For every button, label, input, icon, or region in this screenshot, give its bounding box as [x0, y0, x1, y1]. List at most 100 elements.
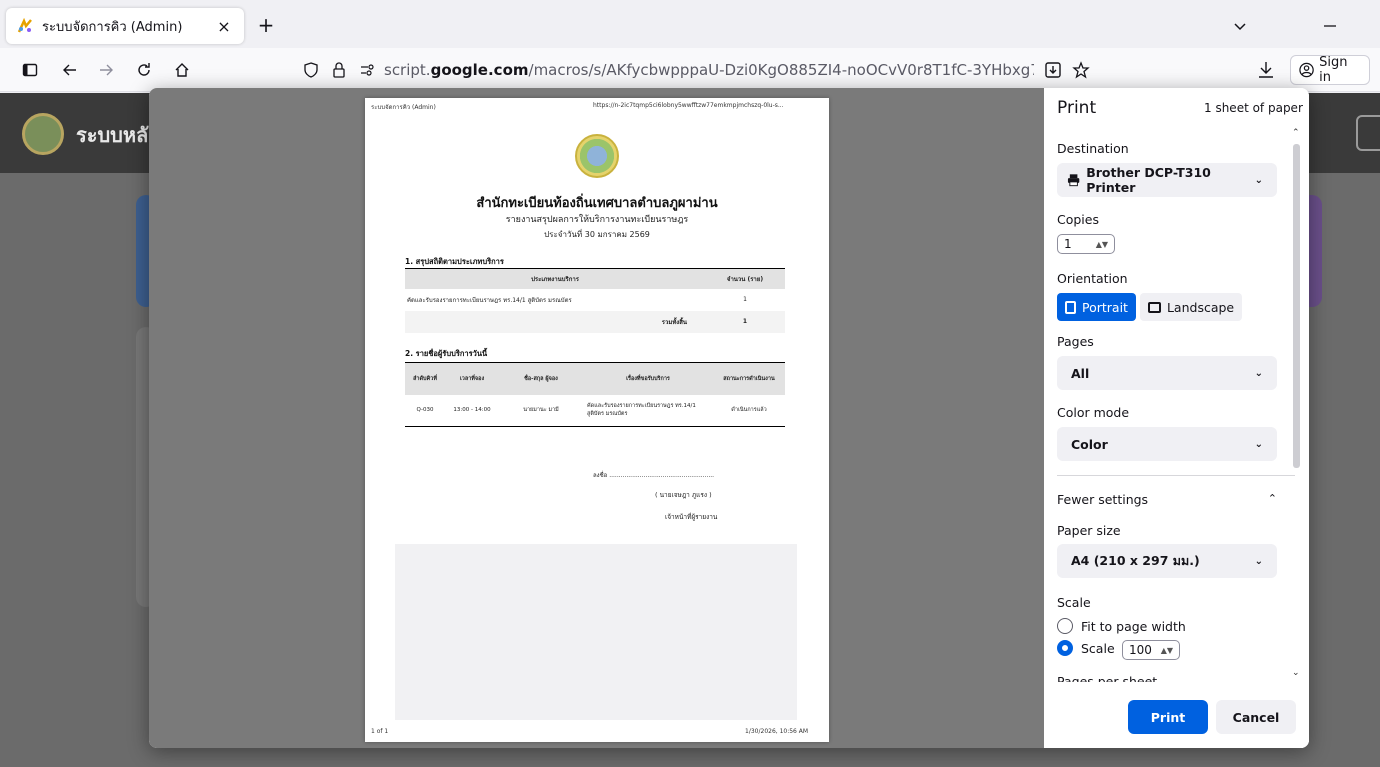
app-favicon-icon: [16, 17, 34, 35]
chevron-down-icon: ⌄: [1254, 367, 1263, 379]
lock-icon[interactable]: [328, 59, 350, 81]
scale-stepper[interactable]: 100 ▲▼: [1122, 640, 1180, 660]
customers-table: ลำดับคิวที่ เวลาที่จอง ชื่อ-สกุล ผู้จอง …: [405, 362, 785, 427]
pages-select[interactable]: All ⌄: [1057, 356, 1277, 390]
cancel-button[interactable]: Cancel: [1216, 700, 1296, 734]
stepper-arrows-icon[interactable]: ▲▼: [1096, 240, 1108, 249]
scroll-thumb[interactable]: [1293, 144, 1300, 468]
stepper-arrows-icon[interactable]: ▲▼: [1161, 646, 1173, 655]
site-header-button[interactable]: [1356, 115, 1380, 151]
url-text[interactable]: script.google.com/macros/s/AKfycbwpppaU-…: [384, 61, 1034, 79]
stats-total-label: รวมทั้งสิ้น: [405, 310, 705, 333]
orientation-toggle: Portrait Landscape: [1057, 293, 1243, 321]
home-icon[interactable]: [168, 56, 196, 84]
fit-to-width-radio[interactable]: Fit to page width: [1057, 618, 1186, 634]
sign-in-button[interactable]: Sign in: [1290, 55, 1370, 85]
landscape-button[interactable]: Landscape: [1139, 293, 1243, 321]
print-preview-area: ระบบจัดการคิว (Admin) https://n-2ic7tqmp…: [149, 88, 1044, 748]
signer-name: ( นายเจษฎา ภูแรง ): [655, 491, 712, 499]
destination-value: Brother DCP-T310 Printer: [1086, 165, 1211, 195]
paper-size-select[interactable]: A4 (210 x 297 มม.) ⌄: [1057, 544, 1277, 578]
pages-per-sheet-label: Pages per sheet: [1057, 674, 1158, 682]
print-button[interactable]: Print: [1128, 700, 1208, 734]
report-subtitle: รายงานสรุปผลการให้บริการงานทะเบียนราษฎร: [505, 215, 689, 225]
cell-time: 13:00 - 14:00: [445, 394, 499, 427]
scale-radio[interactable]: Scale: [1057, 640, 1115, 656]
color-mode-value: Color: [1071, 436, 1108, 452]
page-header-title: ระบบจัดการคิว (Admin): [371, 104, 436, 111]
report-date: ประจำวันที่ 30 มกราคม 2569: [544, 230, 650, 239]
tab-strip: ระบบจัดการคิว (Admin) × +: [0, 0, 1380, 48]
signature-line: ลงชื่อ .................................…: [593, 472, 715, 479]
portrait-page-icon: [1065, 300, 1076, 314]
tab-list-chevron-icon[interactable]: [1228, 14, 1252, 38]
page-header-url: https://n-2ic7tqmp5ci6lobny5wwfftzw77emk…: [593, 102, 784, 109]
dialog-footer: Print Cancel: [1044, 684, 1309, 748]
forward-arrow-icon[interactable]: [92, 56, 120, 84]
landscape-label: Landscape: [1166, 299, 1235, 315]
col-topic: เรื่องที่ขอรับบริการ: [583, 362, 713, 395]
sheet-count: 1 sheet of paper: [1204, 101, 1303, 115]
pages-label: Pages: [1057, 334, 1094, 349]
chevron-down-icon: ⌄: [1254, 438, 1263, 450]
chevron-down-icon: ⌄: [1254, 174, 1263, 186]
blank-area: [395, 544, 797, 720]
municipality-emblem: [575, 134, 619, 178]
col-status: สถานะการดำเนินงาน: [713, 362, 785, 395]
table-row: รวมทั้งสิ้น 1: [405, 310, 785, 333]
radio-checked-icon: [1057, 640, 1073, 656]
portrait-label: Portrait: [1082, 299, 1128, 315]
reload-icon[interactable]: [130, 56, 158, 84]
browser-tab[interactable]: ระบบจัดการคิว (Admin) ×: [6, 8, 244, 44]
printer-icon: [1067, 174, 1080, 187]
radio-unchecked-icon: [1057, 618, 1073, 634]
scroll-up-icon[interactable]: ⌃: [1292, 128, 1300, 138]
reader-view-icon[interactable]: [1042, 59, 1064, 81]
destination-select[interactable]: Brother DCP-T310 Printer ⌄: [1057, 163, 1277, 197]
table-row: คัดและรับรองรายการทะเบียนราษฎร ทร.14/1 ส…: [405, 289, 785, 311]
chevron-up-icon: ⌃: [1267, 492, 1277, 505]
print-timestamp: 1/30/2026, 10:56 AM: [745, 728, 809, 735]
cell-queue: Q-030: [405, 394, 445, 427]
stats-table: ประเภทงานบริการ จำนวน (ราย) คัดและรับรอง…: [405, 268, 785, 333]
signer-role: เจ้าหน้าที่ผู้รายงาน: [665, 513, 718, 521]
copies-label: Copies: [1057, 212, 1099, 227]
stats-col-service: ประเภทงานบริการ: [405, 268, 705, 289]
scroll-down-icon[interactable]: ⌄: [1292, 668, 1300, 678]
portrait-button[interactable]: Portrait: [1057, 293, 1136, 321]
color-mode-select[interactable]: Color ⌄: [1057, 427, 1277, 461]
url-path: /macros/s/AKfycbwpppaU-Dzi0KgO885ZI4-noO…: [528, 61, 1034, 79]
copies-stepper[interactable]: 1 ▲▼: [1057, 234, 1115, 254]
pages-value: All: [1071, 365, 1090, 381]
url-bar[interactable]: script.google.com/macros/s/AKfycbwpppaU-…: [300, 54, 1140, 86]
tab-close-icon[interactable]: ×: [214, 17, 234, 36]
destination-label: Destination: [1057, 141, 1129, 156]
new-tab-button[interactable]: +: [252, 12, 280, 40]
copies-value: 1: [1064, 237, 1072, 251]
cell-status: ดำเนินการแล้ว: [713, 394, 785, 427]
landscape-page-icon: [1147, 301, 1161, 313]
stats-row-service: คัดและรับรองรายการทะเบียนราษฎร ทร.14/1 ส…: [407, 296, 572, 304]
permissions-icon[interactable]: [356, 59, 378, 81]
navigation-bar: script.google.com/macros/s/AKfycbwpppaU-…: [0, 48, 1380, 92]
print-title: Print: [1057, 98, 1097, 118]
sidebar-toggle-icon[interactable]: [16, 56, 44, 84]
account-icon: [1299, 62, 1314, 78]
table-row: Q-030 13:00 - 14:00 นายมานะ มามี คัดและร…: [405, 394, 785, 427]
bookmark-star-icon[interactable]: [1070, 59, 1092, 81]
col-name: ชื่อ-สกุล ผู้จอง: [499, 362, 583, 395]
tab-title: ระบบจัดการคิว (Admin): [42, 19, 183, 35]
site-title: ระบบหลั: [76, 123, 149, 147]
url-domain: google.com: [430, 61, 529, 79]
section-1-heading: 1. สรุปสถิติตามประเภทบริการ: [405, 257, 504, 266]
sign-in-label: Sign in: [1319, 55, 1348, 85]
download-icon[interactable]: [1252, 56, 1280, 84]
fewer-settings-toggle[interactable]: Fewer settings ⌃: [1057, 492, 1277, 507]
back-arrow-icon[interactable]: [56, 56, 84, 84]
settings-scrollbar[interactable]: ⌃ ⌄: [1291, 128, 1301, 684]
site-logo: [22, 113, 64, 155]
cell-topic: คัดและรับรองรายการทะเบียนราษฎร ทร.14/1 ส…: [583, 394, 713, 427]
paper-size-label: Paper size: [1057, 523, 1121, 538]
shield-icon[interactable]: [300, 59, 322, 81]
minimize-button[interactable]: [1318, 14, 1342, 38]
